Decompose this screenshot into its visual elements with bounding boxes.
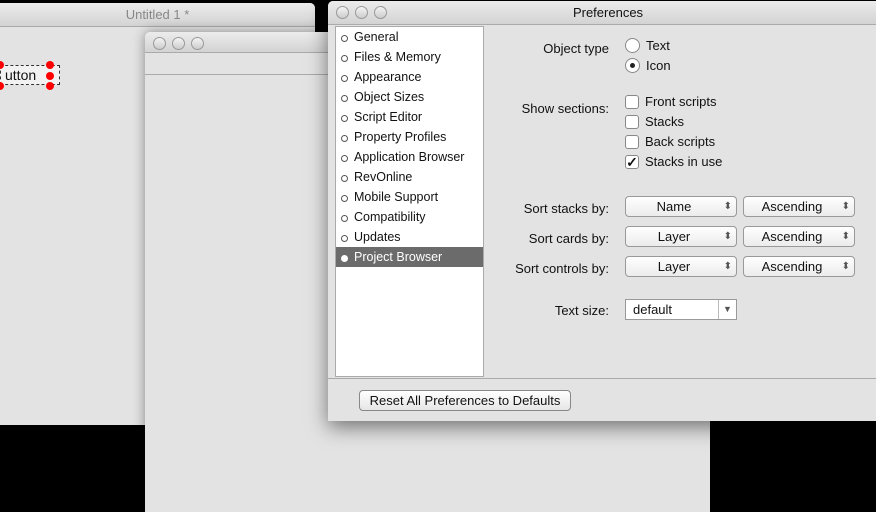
text-size-value: default: [633, 302, 673, 317]
checkbox[interactable]: [625, 94, 639, 109]
zoom-button[interactable]: [374, 6, 387, 19]
minimize-button[interactable]: [355, 6, 368, 19]
checkbox[interactable]: [625, 134, 639, 149]
checkbox-option[interactable]: Front scripts: [625, 94, 717, 109]
checkbox-label: Stacks: [645, 114, 685, 129]
resize-handle[interactable]: [46, 61, 54, 69]
radio-label: Text: [646, 38, 670, 53]
sidebar-item[interactable]: Application Browser: [336, 147, 483, 167]
title-bar: Preferences: [328, 1, 876, 25]
radio-icon[interactable]: [625, 38, 640, 53]
show-sections-label: Show sections:: [521, 101, 609, 116]
sidebar-item[interactable]: Property Profiles: [336, 127, 483, 147]
checkbox[interactable]: ✓: [625, 154, 639, 169]
radio-icon-option[interactable]: Icon: [625, 58, 671, 73]
checkbox-option[interactable]: Stacks: [625, 114, 684, 129]
resize-handle[interactable]: [0, 82, 4, 90]
sort-label: Sort controls by:: [515, 261, 609, 276]
sort-field-select[interactable]: Layer: [625, 226, 737, 247]
checkbox-label: Back scripts: [645, 134, 716, 149]
preferences-window: Preferences General Files & Memory Appeara…: [328, 1, 876, 421]
checkbox-label: Front scripts: [645, 94, 717, 109]
sort-order-select[interactable]: Ascending: [743, 256, 855, 277]
close-button[interactable]: [336, 6, 349, 19]
sidebar-item[interactable]: RevOnline: [336, 167, 483, 187]
radio-label: Icon: [646, 58, 671, 73]
radio-text[interactable]: Text: [625, 38, 670, 53]
checkbox-option[interactable]: Back scripts: [625, 134, 715, 149]
title-bar: Untitled 1 *: [0, 3, 315, 27]
window-title: Preferences: [572, 5, 644, 20]
sort-order-select[interactable]: Ascending: [743, 226, 855, 247]
radio-icon[interactable]: [625, 58, 640, 73]
checkbox-label: Stacks in use: [645, 154, 723, 169]
reset-preferences-button[interactable]: Reset All Preferences to Defaults: [359, 390, 571, 411]
sort-label: Sort cards by:: [528, 231, 609, 246]
close-button[interactable]: [153, 37, 166, 50]
text-size-label: Text size:: [554, 303, 609, 318]
sidebar-item[interactable]: Appearance: [336, 67, 483, 87]
resize-handle[interactable]: [46, 82, 54, 90]
checkbox-option[interactable]: ✓ Stacks in use: [625, 154, 722, 169]
sort-order-select[interactable]: Ascending: [743, 196, 855, 217]
sort-field-select[interactable]: Name: [625, 196, 737, 217]
sort-label: Sort stacks by:: [523, 201, 609, 216]
dropdown-arrow-icon[interactable]: ▼: [718, 300, 736, 319]
text-size-combo[interactable]: default ▼: [625, 299, 737, 320]
resize-handle[interactable]: [46, 72, 54, 80]
sort-field-select[interactable]: Layer: [625, 256, 737, 277]
object-type-label: Object type: [543, 41, 609, 56]
divider: [328, 378, 876, 379]
zoom-button[interactable]: [191, 37, 204, 50]
checkbox[interactable]: [625, 114, 639, 129]
minimize-button[interactable]: [172, 37, 185, 50]
